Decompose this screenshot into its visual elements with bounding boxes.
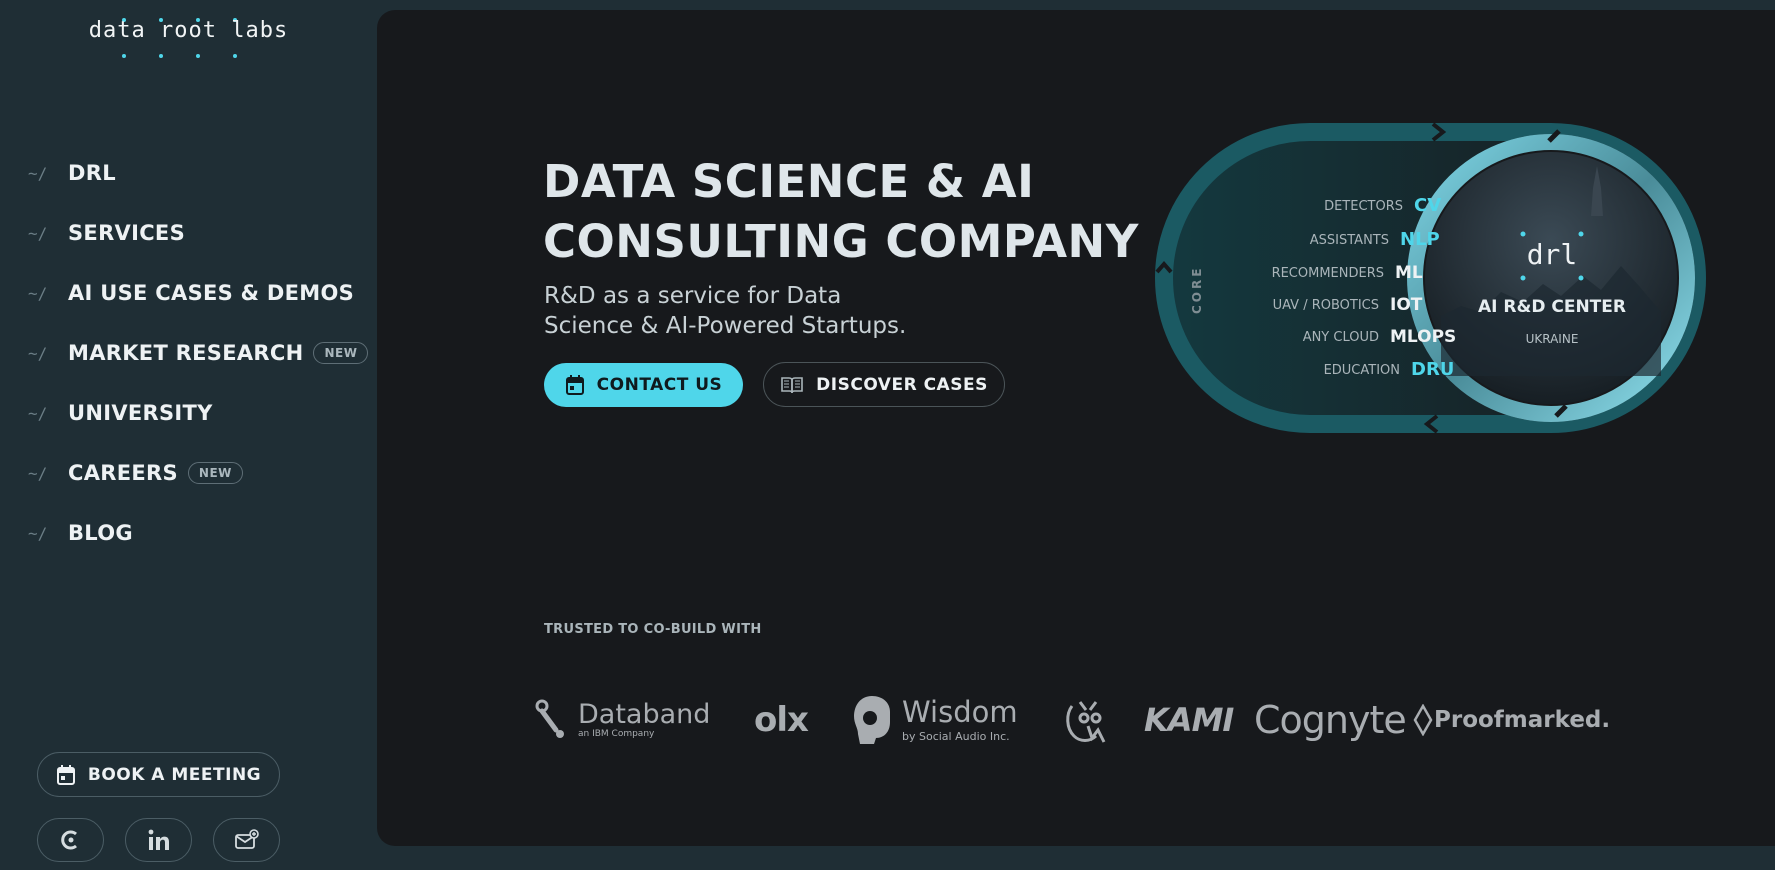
row-label: DETECTORS: [1324, 199, 1403, 214]
hero-title: DATA SCIENCE & AI CONSULTING COMPANY: [543, 152, 1139, 272]
wisdom-sub: by Social Audio Inc.: [902, 730, 1010, 743]
olx-name: olx: [754, 700, 809, 740]
row-tag: NLP: [1400, 229, 1440, 250]
nav-item-label: CAREERS: [68, 461, 178, 485]
discover-cases-button[interactable]: DISCOVER CASES: [763, 362, 1005, 407]
book-icon: [781, 376, 803, 393]
calendar-icon: [565, 375, 584, 395]
nav-item-label: UNIVERSITY: [68, 401, 213, 425]
proofmarked-logo[interactable]: Proofmarked.: [1412, 690, 1610, 750]
mascot-icon: [1066, 701, 1106, 743]
nav-item-careers[interactable]: ~/ CAREERS NEW: [28, 443, 368, 503]
row-tag: IOT: [1390, 295, 1423, 315]
discover-cases-label: DISCOVER CASES: [816, 374, 988, 395]
linkedin-icon: [148, 829, 169, 850]
row-label: RECOMMENDERS: [1272, 266, 1384, 281]
olx-logo[interactable]: olx: [754, 690, 809, 750]
databand-sub: an IBM Company: [578, 729, 655, 739]
nav-prefix: ~/: [28, 403, 48, 423]
nav-prefix: ~/: [28, 343, 48, 363]
sidebar: data root labs ~/ DRL ~/ SERVICES ~/ AI …: [0, 0, 377, 870]
contact-us-label: CONTACT US: [596, 375, 723, 395]
nav-prefix: ~/: [28, 463, 48, 483]
main-content: DATA SCIENCE & AI CONSULTING COMPANY R&D…: [377, 10, 1775, 846]
hero-subtitle-line1: R&D as a service for Data: [544, 283, 842, 309]
wisdom-logo[interactable]: Wisdom by Social Audio Inc.: [850, 690, 1018, 750]
row-tag: ML: [1395, 263, 1423, 283]
center-subtitle: UKRAINE: [1526, 332, 1579, 346]
book-meeting-button[interactable]: BOOK A MEETING: [37, 752, 280, 797]
core-label: CORE: [1190, 266, 1204, 314]
cognyte-name: Cognyte: [1254, 698, 1407, 742]
book-meeting-label: BOOK A MEETING: [87, 764, 262, 785]
nav-item-label: DRL: [68, 161, 116, 185]
contact-us-button[interactable]: CONTACT US: [544, 363, 743, 407]
nav-prefix: ~/: [28, 283, 48, 303]
clutch-icon: [60, 830, 77, 850]
nav-item-ai-use-cases[interactable]: ~/ AI USE CASES & DEMOS: [28, 263, 368, 323]
partner-logos: Databand an IBM Company olx Wisdom by So…: [532, 690, 1632, 750]
center-title: AI R&D CENTER: [1478, 297, 1626, 317]
hero-subtitle: R&D as a service for Data Science & AI-P…: [544, 281, 974, 341]
nav-prefix: ~/: [28, 523, 48, 543]
nav-item-services[interactable]: ~/ SERVICES: [28, 203, 368, 263]
nav-prefix: ~/: [28, 163, 48, 183]
nav-item-drl[interactable]: ~/ DRL: [28, 143, 368, 203]
mascot-logo[interactable]: [1062, 690, 1114, 750]
email-button[interactable]: [213, 818, 280, 862]
kami-name: KAMI: [1144, 701, 1234, 739]
services-diagram: drl AI R&D CENTER UKRAINE CORE DETECTORS…: [1151, 116, 1711, 450]
nav-item-market-research[interactable]: ~/ MARKET RESEARCH NEW: [28, 323, 369, 383]
nav-prefix: ~/: [28, 223, 48, 243]
proofmarked-name: Proofmarked.: [1434, 707, 1611, 733]
trusted-heading: TRUSTED TO CO-BUILD WITH: [544, 622, 762, 637]
databand-logo[interactable]: Databand an IBM Company: [532, 690, 710, 750]
linkedin-button[interactable]: [125, 818, 192, 862]
wisdom-icon: [854, 696, 890, 744]
main-nav: ~/ DRL ~/ SERVICES ~/ AI USE CASES & DEM…: [28, 143, 369, 563]
proofmarked-icon: [1413, 704, 1433, 736]
brand-logo-text: data root labs: [88, 18, 289, 43]
new-badge: NEW: [313, 342, 369, 364]
new-badge: NEW: [187, 462, 243, 484]
nav-item-label: BLOG: [68, 521, 133, 545]
databand-name: Databand: [578, 699, 711, 730]
row-label: UAV / ROBOTICS: [1273, 298, 1379, 313]
center-logo: drl: [1527, 238, 1578, 271]
nav-item-label: MARKET RESEARCH: [68, 341, 304, 365]
hero-title-line2: CONSULTING COMPANY: [543, 215, 1139, 268]
row-label: ASSISTANTS: [1310, 233, 1389, 248]
logo-dots-bottom: [0, 54, 368, 58]
calendar-icon: [56, 764, 75, 785]
cognyte-logo[interactable]: Cognyte: [1254, 690, 1407, 750]
row-label: EDUCATION: [1324, 363, 1400, 378]
nav-item-university[interactable]: ~/ UNIVERSITY: [28, 383, 368, 443]
diagram-svg: drl AI R&D CENTER UKRAINE CORE DETECTORS…: [1155, 122, 1706, 434]
nav-item-blog[interactable]: ~/ BLOG: [28, 503, 368, 563]
hero-subtitle-line2: Science & AI-Powered Startups.: [544, 313, 907, 339]
email-icon: [234, 829, 259, 849]
clutch-button[interactable]: [37, 818, 104, 862]
wisdom-name: Wisdom: [902, 695, 1018, 729]
row-tag: CV: [1414, 195, 1441, 216]
nav-item-label: SERVICES: [68, 221, 185, 245]
nav-item-label: AI USE CASES & DEMOS: [68, 281, 355, 305]
row-tag: DRU: [1411, 359, 1454, 380]
brand-logo[interactable]: data root labs: [0, 18, 377, 43]
kami-logo[interactable]: KAMI: [1144, 690, 1234, 750]
row-label: ANY CLOUD: [1303, 330, 1379, 345]
databand-icon: [535, 699, 564, 738]
hero-title-line1: DATA SCIENCE & AI: [543, 155, 1035, 208]
row-tag: MLOPS: [1390, 327, 1456, 347]
